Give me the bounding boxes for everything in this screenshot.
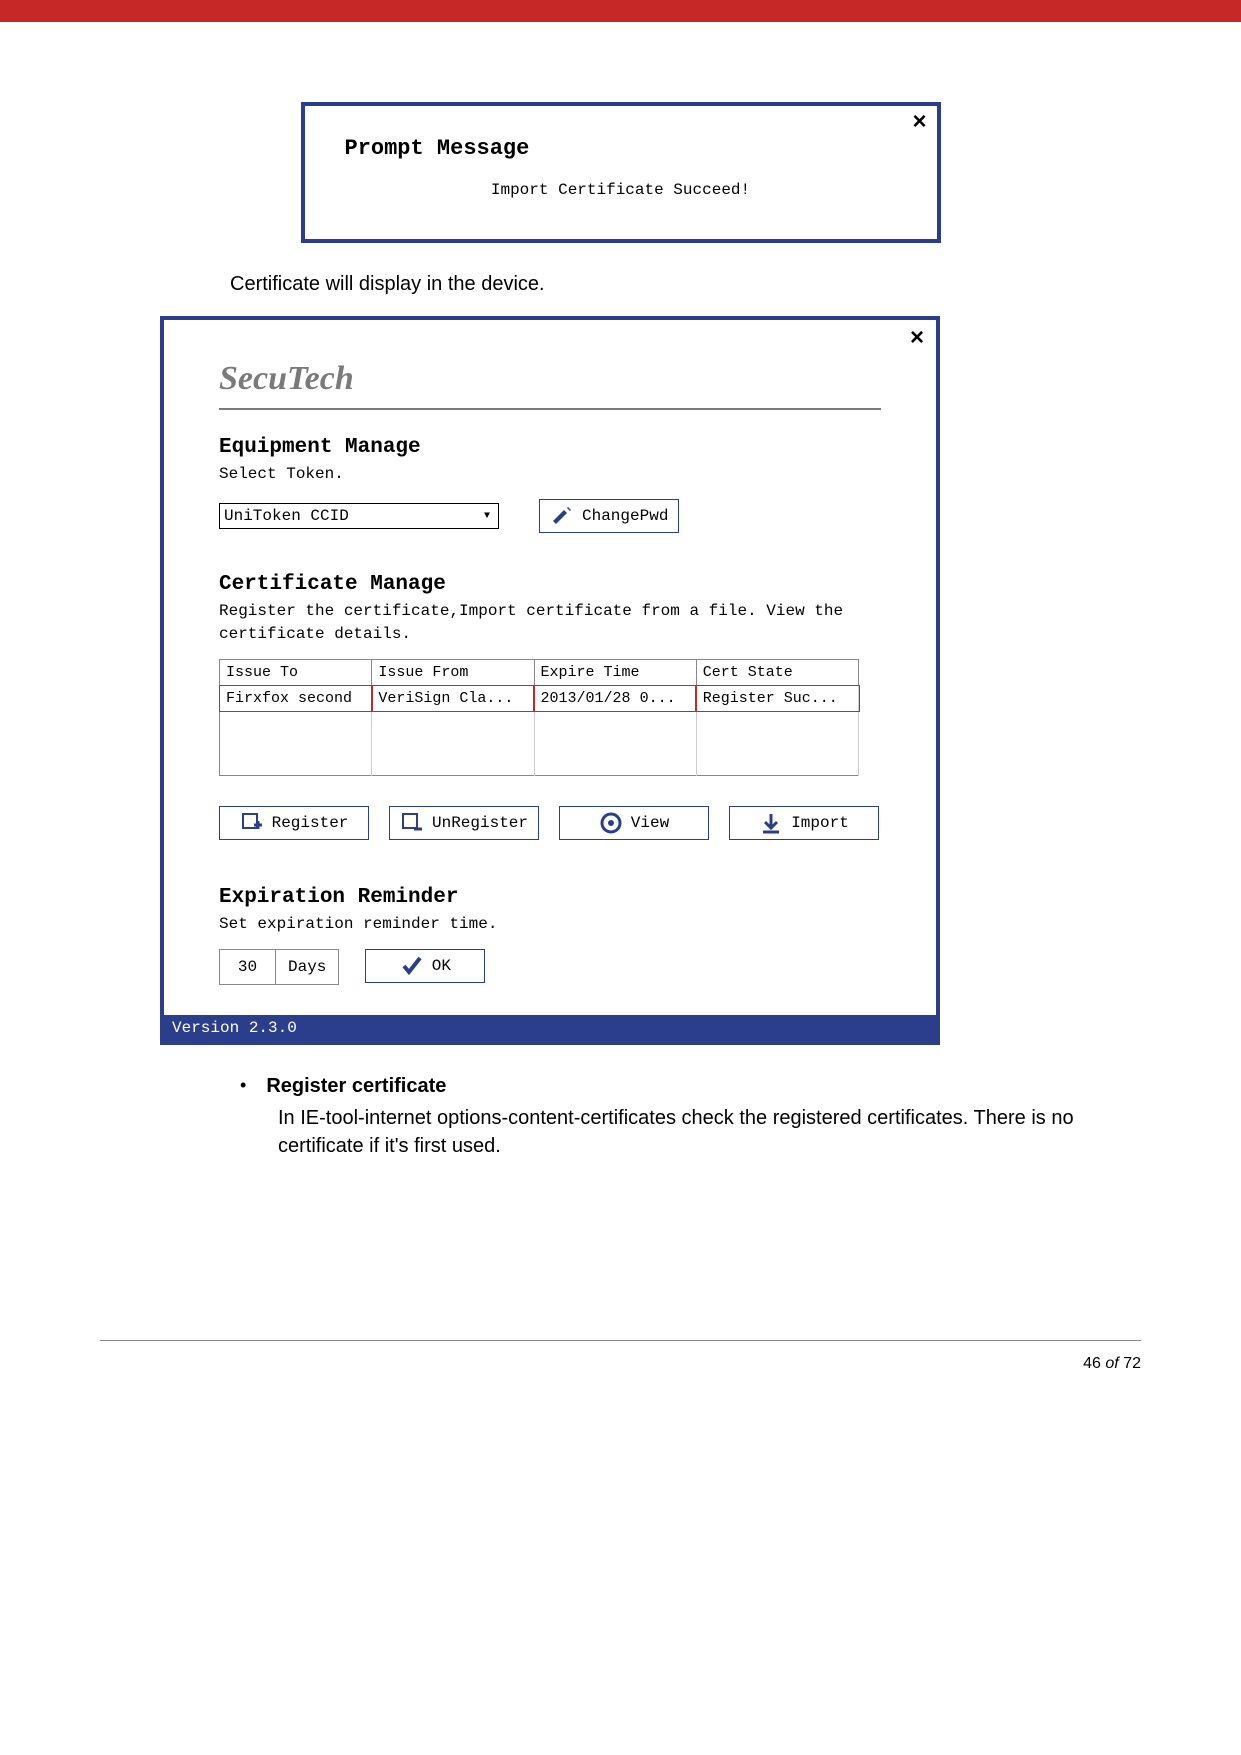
- days-box: 30 Days: [219, 949, 339, 985]
- certificate-table: Issue To Issue From Expire Time Cert Sta…: [219, 659, 859, 776]
- page-total: 72: [1123, 1355, 1141, 1372]
- register-icon: [240, 811, 264, 835]
- bullet-body: In IE-tool-internet options-content-cert…: [278, 1104, 1141, 1160]
- col-cert-state[interactable]: Cert State: [696, 660, 858, 686]
- certificate-manage-subtitle: Register the certificate,Import certific…: [219, 600, 881, 645]
- days-label: Days: [276, 958, 338, 976]
- secutech-window: × SecuTech Equipment Manage Select Token…: [160, 316, 940, 1045]
- token-select[interactable]: UniToken CCID ▼: [219, 503, 499, 529]
- view-button[interactable]: View: [559, 806, 709, 840]
- table-row: [220, 759, 859, 775]
- pencil-icon: [550, 504, 574, 528]
- page-top-bar: [0, 0, 1241, 22]
- version-bar: Version 2.3.0: [164, 1015, 936, 1041]
- cell-issue-from: VeriSign Cla...: [372, 686, 534, 712]
- page-of: of: [1105, 1355, 1118, 1372]
- view-label: View: [631, 814, 669, 832]
- page-footer: 46 of 72: [100, 1340, 1141, 1373]
- bullet-title: Register certificate: [266, 1075, 446, 1098]
- prompt-message: Import Certificate Succeed!: [345, 181, 897, 199]
- import-button[interactable]: Import: [729, 806, 879, 840]
- expiration-subtitle: Set expiration reminder time.: [219, 913, 881, 935]
- check-icon: [400, 954, 424, 978]
- cell-issue-to: Firxfox second: [220, 686, 372, 712]
- col-issue-from[interactable]: Issue From: [372, 660, 534, 686]
- col-expire-time[interactable]: Expire Time: [534, 660, 696, 686]
- brand-logo: SecuTech: [219, 360, 881, 410]
- ok-label: OK: [432, 957, 451, 975]
- equipment-manage-title: Equipment Manage: [219, 436, 881, 459]
- cell-expire-time: 2013/01/28 0...: [534, 686, 696, 712]
- change-pwd-label: ChangePwd: [582, 507, 668, 525]
- expiration-title: Expiration Reminder: [219, 886, 881, 909]
- equipment-manage-subtitle: Select Token.: [219, 463, 881, 485]
- bullet-icon: •: [240, 1075, 246, 1098]
- close-icon[interactable]: ×: [912, 110, 926, 134]
- unregister-button[interactable]: UnRegister: [389, 806, 539, 840]
- ok-button[interactable]: OK: [365, 949, 485, 983]
- prompt-dialog: × Prompt Message Import Certificate Succ…: [301, 102, 941, 243]
- table-row[interactable]: Firxfox second VeriSign Cla... 2013/01/2…: [220, 686, 859, 712]
- table-row: [220, 743, 859, 759]
- page-content: × Prompt Message Import Certificate Succ…: [0, 22, 1241, 1200]
- bullet-section: • Register certificate In IE-tool-intern…: [240, 1075, 1141, 1160]
- cell-cert-state: Register Suc...: [696, 686, 858, 712]
- token-select-value: UniToken CCID: [224, 507, 349, 525]
- download-icon: [759, 811, 783, 835]
- table-row: [220, 711, 859, 727]
- prompt-title: Prompt Message: [345, 136, 897, 161]
- col-issue-to[interactable]: Issue To: [220, 660, 372, 686]
- days-input[interactable]: 30: [220, 950, 276, 984]
- table-row: [220, 727, 859, 743]
- chevron-down-icon: ▼: [478, 507, 496, 525]
- close-icon[interactable]: ×: [910, 326, 924, 350]
- eye-icon: [599, 811, 623, 835]
- change-pwd-button[interactable]: ChangePwd: [539, 499, 679, 533]
- import-label: Import: [791, 814, 849, 832]
- unregister-icon: [400, 811, 424, 835]
- unregister-label: UnRegister: [432, 814, 528, 832]
- certificate-manage-title: Certificate Manage: [219, 573, 881, 596]
- register-label: Register: [272, 814, 349, 832]
- register-button[interactable]: Register: [219, 806, 369, 840]
- caption-text: Certificate will display in the device.: [230, 273, 1141, 296]
- page-number: 46: [1083, 1355, 1101, 1372]
